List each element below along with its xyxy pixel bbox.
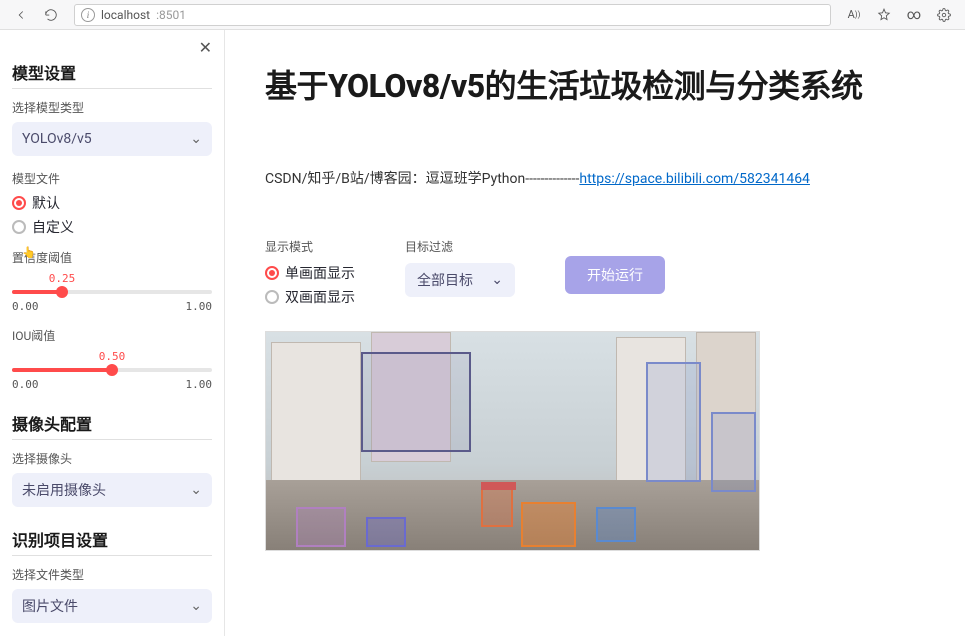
- infinity-icon[interactable]: ∞: [901, 2, 927, 28]
- conf-threshold-slider[interactable]: 0.25 0.00 1.00: [12, 272, 212, 313]
- camera-select-label: 选择摄像头: [12, 450, 212, 467]
- main-content: 基于YOLOv8/v5的生活垃圾检测与分类系统 CSDN/知乎/B站/博客园：逗…: [225, 30, 965, 636]
- camera-select[interactable]: 未启用摄像头 ⌄: [12, 473, 212, 507]
- conf-threshold-label: 置信度阈值: [12, 249, 212, 266]
- close-sidebar-button[interactable]: ✕: [199, 38, 212, 57]
- slider-thumb[interactable]: [56, 286, 68, 298]
- address-bar[interactable]: i localhost :8501: [74, 4, 831, 26]
- model-type-value: YOLOv8/v5: [22, 131, 92, 147]
- browser-toolbar: i localhost :8501 A)) ∞: [0, 0, 965, 30]
- file-type-select[interactable]: 图片文件 ⌄: [12, 589, 212, 623]
- sidebar: ✕ 模型设置 选择模型类型 YOLOv8/v5 ⌄ 模型文件 默认 自定义 👆 …: [0, 30, 225, 636]
- model-file-radio-group: 默认 自定义 👆: [12, 193, 212, 237]
- iou-threshold-label: IOU阈值: [12, 327, 212, 344]
- chevron-down-icon: ⌄: [190, 598, 202, 614]
- section-camera-header: 摄像头配置: [12, 411, 212, 435]
- read-aloud-icon[interactable]: A)): [841, 2, 867, 28]
- back-button[interactable]: [8, 2, 34, 28]
- slider-thumb[interactable]: [106, 364, 118, 376]
- model-file-option-custom[interactable]: 自定义: [12, 217, 212, 237]
- display-mode-label: 显示模式: [265, 238, 355, 255]
- favorite-icon[interactable]: [871, 2, 897, 28]
- bilibili-link[interactable]: https://space.bilibili.com/582341464: [579, 171, 810, 187]
- radio-selected-icon: [12, 196, 26, 210]
- target-filter-label: 目标过滤: [405, 238, 515, 255]
- chevron-down-icon: ⌄: [491, 272, 503, 288]
- url-port: :8501: [156, 8, 186, 22]
- byline: CSDN/知乎/B站/博客园：逗逗班学Python--------------h…: [265, 168, 925, 188]
- site-info-icon[interactable]: i: [81, 8, 95, 22]
- page-title: 基于YOLOv8/v5的生活垃圾检测与分类系统: [265, 66, 925, 108]
- radio-unselected-icon: [12, 220, 26, 234]
- chevron-down-icon: ⌄: [190, 482, 202, 498]
- file-type-label: 选择文件类型: [12, 566, 212, 583]
- target-filter-select[interactable]: 全部目标 ⌄: [405, 263, 515, 297]
- chevron-down-icon: ⌄: [190, 131, 202, 147]
- model-type-select[interactable]: YOLOv8/v5 ⌄: [12, 122, 212, 156]
- radio-selected-icon: [265, 266, 279, 280]
- refresh-button[interactable]: [38, 2, 64, 28]
- display-mode-single[interactable]: 单画面显示: [265, 263, 355, 283]
- section-project-header: 识别项目设置: [12, 527, 212, 551]
- iou-threshold-slider[interactable]: 0.50 0.00 1.00: [12, 350, 212, 391]
- section-model-header: 模型设置: [12, 60, 212, 84]
- radio-unselected-icon: [265, 290, 279, 304]
- detection-image: [265, 331, 760, 551]
- display-mode-double[interactable]: 双画面显示: [265, 287, 355, 307]
- model-file-option-default[interactable]: 默认: [12, 193, 212, 213]
- url-host: localhost: [101, 8, 150, 22]
- settings-gear-icon[interactable]: [931, 2, 957, 28]
- run-button[interactable]: 开始运行: [565, 256, 665, 294]
- model-type-label: 选择模型类型: [12, 99, 212, 116]
- model-file-label: 模型文件: [12, 170, 212, 187]
